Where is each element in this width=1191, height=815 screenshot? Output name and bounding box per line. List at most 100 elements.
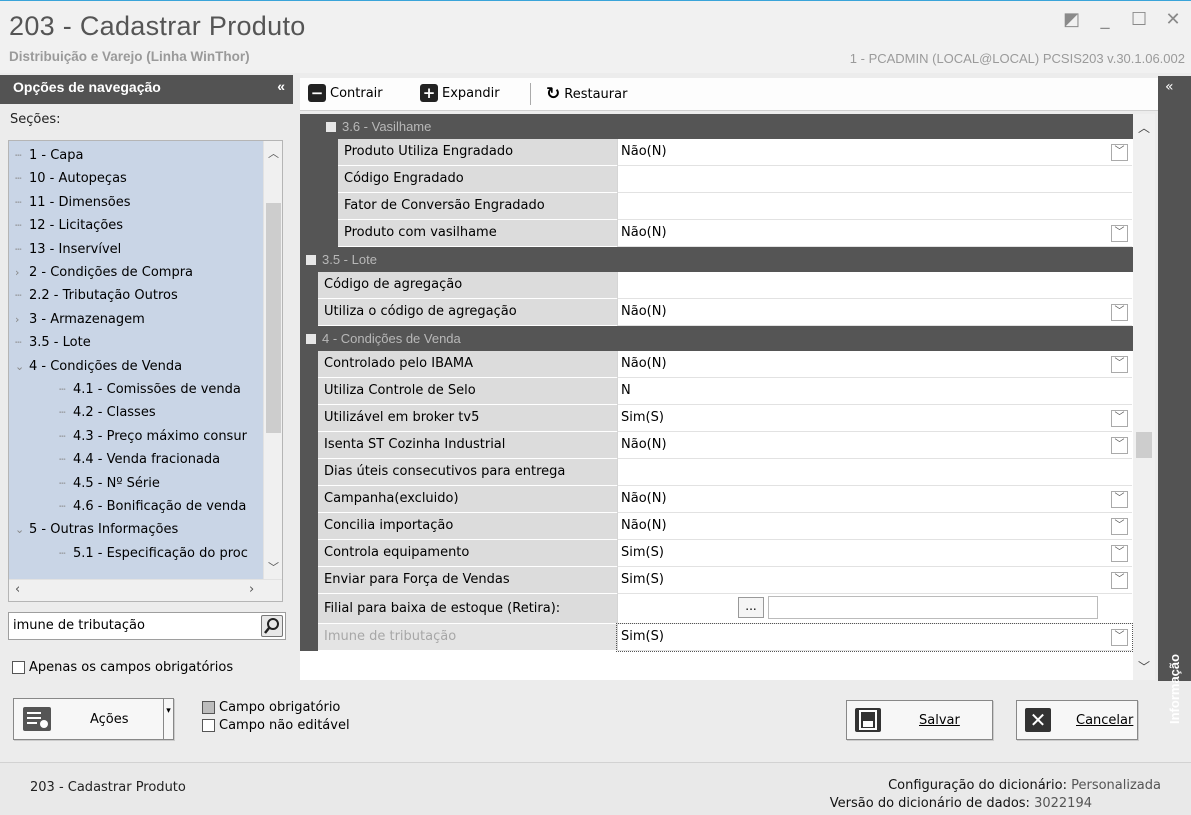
tree-item[interactable]: ┄ 5.1 - Especificação do proc xyxy=(59,543,248,566)
grid-scroll-down-icon[interactable]: ﹀ xyxy=(1133,658,1155,675)
search-input[interactable]: imune de tributação xyxy=(13,618,145,633)
collapse-nav-icon[interactable]: « xyxy=(277,78,285,94)
property-name: Filial para baixa de estoque (Retira): xyxy=(318,594,617,624)
grid-property-row: Dias úteis consecutivos para entrega xyxy=(300,459,1133,486)
tree-item[interactable]: ┄ 10 - Autopeças xyxy=(15,168,127,191)
scroll-right-icon[interactable]: › xyxy=(249,582,254,597)
tree-item[interactable]: ⌄ 4 - Condições de Venda xyxy=(15,356,182,379)
dropdown-arrow-icon[interactable]: ﹀ xyxy=(1111,410,1128,427)
property-select[interactable]: Sim(S) ﹀ xyxy=(617,567,1132,594)
tree-item[interactable]: › 3 - Armazenagem xyxy=(15,309,145,332)
property-name: Dias úteis consecutivos para entrega xyxy=(318,459,617,486)
property-input[interactable] xyxy=(617,459,1132,486)
property-input[interactable] xyxy=(617,193,1132,220)
scroll-down-icon[interactable]: ﹀ xyxy=(264,559,283,575)
grid-scroll-up-icon[interactable]: ︿ xyxy=(1133,119,1155,136)
property-grid: 3.6 - Vasilhame Produto Utiliza Engradado… xyxy=(300,114,1133,680)
collapse-category-icon[interactable] xyxy=(306,255,316,265)
dropdown-arrow-icon[interactable]: ﹀ xyxy=(1111,518,1128,535)
grid-gutter xyxy=(300,166,338,193)
collapse-category-icon[interactable] xyxy=(306,334,316,344)
tree-expander-icon[interactable]: › xyxy=(15,309,29,331)
tree-expander-icon[interactable]: ⌄ xyxy=(15,519,29,541)
sections-label: Seções: xyxy=(10,112,61,127)
actions-button[interactable]: Ações ▾ xyxy=(13,698,174,740)
tree-item[interactable]: ┄ 13 - Inservível xyxy=(15,239,121,262)
browse-filial-button[interactable]: ... xyxy=(738,597,764,618)
property-input[interactable] xyxy=(617,166,1132,193)
maximize-icon[interactable]: ☐ xyxy=(1131,9,1147,30)
tree-item[interactable]: ┄ 4.2 - Classes xyxy=(59,402,156,425)
tree-scroll-thumb[interactable] xyxy=(266,203,281,433)
save-button[interactable]: Salvar xyxy=(846,700,993,740)
property-select[interactable]: Sim(S) ﹀ xyxy=(616,623,1133,652)
tree-item[interactable]: › 2 - Condições de Compra xyxy=(15,262,193,285)
tree-item[interactable]: ┄ 1 - Capa xyxy=(15,145,84,168)
scroll-up-icon[interactable]: ︿ xyxy=(264,145,283,161)
info-panel[interactable]: « Informação xyxy=(1158,76,1191,724)
grid-gutter xyxy=(300,139,338,166)
property-select[interactable]: Não(N) ﹀ xyxy=(617,486,1132,513)
tree-item[interactable]: ┄ 2.2 - Tributação Outros xyxy=(15,285,178,308)
minimize-icon[interactable]: _ xyxy=(1097,9,1113,30)
collapse-button[interactable]: − Contrair xyxy=(308,84,383,102)
required-only-toggle[interactable]: Apenas os campos obrigatórios xyxy=(12,660,233,675)
dropdown-arrow-icon[interactable]: ﹀ xyxy=(1111,629,1128,646)
property-select[interactable]: Não(N) ﹀ xyxy=(617,139,1132,166)
required-only-checkbox[interactable] xyxy=(12,661,25,674)
tree-item[interactable]: ┄ 4.5 - Nº Série xyxy=(59,473,160,496)
tree-item[interactable]: ┄ 4.6 - Bonificação de venda xyxy=(59,496,246,519)
property-input[interactable] xyxy=(617,272,1132,299)
actions-dropdown-icon[interactable]: ▾ xyxy=(163,699,173,739)
property-select[interactable]: Sim(S) ﹀ xyxy=(617,540,1132,567)
section-search[interactable]: imune de tributação xyxy=(8,612,286,640)
tree-item[interactable]: ┄ 4.4 - Venda fracionada xyxy=(59,449,220,472)
property-name: Isenta ST Cozinha Industrial xyxy=(318,432,617,459)
filial-input[interactable] xyxy=(768,596,1098,619)
restore-down-icon[interactable]: ◩ xyxy=(1063,9,1080,30)
tree-item[interactable]: ┄ 4.3 - Preço máximo consur xyxy=(59,426,247,449)
property-select[interactable]: Não(N) ﹀ xyxy=(617,432,1132,459)
tree-vertical-scrollbar[interactable]: ︿ ﹀ xyxy=(263,141,282,579)
dropdown-arrow-icon[interactable]: ﹀ xyxy=(1111,545,1128,562)
grid-scroll-thumb[interactable] xyxy=(1136,432,1152,458)
grid-property-row: Fator de Conversão Engradado xyxy=(300,193,1133,220)
tree-item[interactable]: ┄ 3.5 - Lote xyxy=(15,332,91,355)
property-select[interactable]: Não(N) ﹀ xyxy=(617,299,1132,326)
property-select[interactable]: Não(N) ﹀ xyxy=(617,513,1132,540)
tree-item[interactable]: ┄ 12 - Licitações xyxy=(15,215,123,238)
close-icon[interactable]: ✕ xyxy=(1165,9,1181,30)
dropdown-arrow-icon[interactable]: ﹀ xyxy=(1111,144,1128,161)
property-input[interactable]: N xyxy=(617,378,1132,405)
dropdown-arrow-icon[interactable]: ﹀ xyxy=(1111,437,1128,454)
dropdown-arrow-icon[interactable]: ﹀ xyxy=(1111,304,1128,321)
dropdown-arrow-icon[interactable]: ﹀ xyxy=(1111,572,1128,589)
tree-item[interactable]: ┄ 11 - Dimensões xyxy=(15,192,131,215)
property-select[interactable]: Sim(S) ﹀ xyxy=(617,405,1132,432)
filial-field[interactable]: ... xyxy=(617,594,1132,624)
property-value: Não(N) xyxy=(621,144,667,159)
dropdown-arrow-icon[interactable]: ﹀ xyxy=(1111,225,1128,242)
property-select[interactable]: Não(N) ﹀ xyxy=(617,351,1132,378)
tree-item[interactable]: ⌄ 5 - Outras Informações xyxy=(15,519,178,542)
tree-item[interactable]: ┄ 4.1 - Comissões de venda xyxy=(59,379,241,402)
dropdown-arrow-icon[interactable]: ﹀ xyxy=(1111,491,1128,508)
restore-button[interactable]: ↻ Restaurar xyxy=(546,84,627,104)
property-name: Imune de tributação xyxy=(318,624,617,651)
property-value: Não(N) xyxy=(621,225,667,240)
cancel-button[interactable]: ✕ Cancelar xyxy=(1016,700,1138,740)
expand-button[interactable]: + Expandir xyxy=(420,84,500,102)
scroll-left-icon[interactable]: ‹ xyxy=(15,582,20,597)
collapse-category-icon[interactable] xyxy=(326,122,336,132)
tree-expander-icon[interactable]: ⌄ xyxy=(15,356,29,378)
tree-horizontal-scrollbar[interactable]: ‹ › xyxy=(9,579,282,601)
collapse-info-icon[interactable]: « xyxy=(1165,79,1174,95)
actions-label: Ações xyxy=(90,712,129,727)
search-button[interactable] xyxy=(261,615,283,637)
property-select[interactable]: Não(N) ﹀ xyxy=(617,220,1132,247)
tree-expander-icon[interactable]: › xyxy=(15,262,29,284)
dropdown-arrow-icon[interactable]: ﹀ xyxy=(1111,356,1128,373)
grid-category-label: 3.6 - Vasilhame xyxy=(342,119,432,134)
grid-vertical-scrollbar[interactable]: ︿ ﹀ xyxy=(1133,114,1155,680)
grid-category-label: 3.5 - Lote xyxy=(322,252,377,267)
